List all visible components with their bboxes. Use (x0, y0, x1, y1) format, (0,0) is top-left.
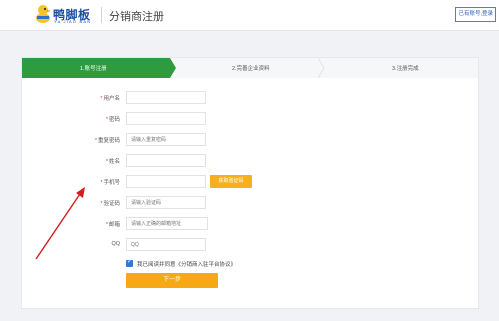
step-progress-bar: 1.账号注册 2.完善企业资料 3.注册完成 (22, 58, 478, 78)
duck-logo-icon (36, 5, 51, 23)
required-mark: * (94, 138, 97, 144)
step-1-label: 1.账号注册 (80, 66, 107, 72)
phone-label: 手机号 (103, 180, 120, 186)
annotation-arrow-icon (35, 187, 85, 260)
confirm-password-label: 重复密码 (97, 138, 120, 144)
top-header: 鸭脚板 YA JIAO BAN 分销商注册 已有账号,登录 (0, 0, 499, 31)
username-input[interactable] (126, 91, 206, 104)
registration-card: 1.账号注册 2.完善企业资料 3.注册完成 *用户名 *密码 *重复密码 *姓… (21, 57, 479, 309)
page-title: 分销商注册 (109, 11, 164, 23)
phone-input[interactable] (126, 175, 206, 188)
password-input[interactable] (126, 112, 206, 125)
confirm-password-input[interactable] (126, 133, 206, 146)
email-input[interactable] (126, 217, 208, 230)
code-label: 验证码 (103, 201, 120, 207)
next-step-button[interactable]: 下一步 (126, 273, 218, 288)
qq-row: QQ (22, 238, 478, 252)
name-row: *姓名 (22, 154, 478, 168)
get-sms-code-button[interactable]: 获取验证码 (210, 175, 252, 188)
required-mark: * (105, 222, 108, 228)
email-label: 邮箱 (108, 222, 120, 228)
header-divider (101, 7, 102, 23)
qq-label: QQ (111, 241, 120, 247)
password-row: *密码 (22, 112, 478, 126)
step-2-label: 2.完善企业资料 (232, 66, 270, 72)
login-link[interactable]: 已有账号,登录 (455, 7, 496, 22)
checkmark-icon: ✓ (127, 259, 133, 265)
step-3-label: 3.注册完成 (392, 66, 419, 72)
name-input[interactable] (126, 154, 206, 167)
code-row: *验证码 (22, 196, 478, 210)
username-row: *用户名 (22, 91, 478, 105)
logo[interactable]: 鸭脚板 YA JIAO BAN (34, 4, 96, 26)
logo-subtext: YA JIAO BAN (54, 19, 92, 24)
required-mark: * (105, 117, 108, 123)
name-label: 姓名 (108, 159, 120, 165)
username-label: 用户名 (103, 96, 120, 102)
phone-row: *手机号 获取验证码 (22, 175, 478, 189)
qq-input[interactable] (126, 238, 206, 251)
email-row: *邮箱 (22, 217, 478, 231)
verification-code-input[interactable] (126, 196, 206, 209)
password-label: 密码 (108, 117, 120, 123)
agreement-text[interactable]: 我已阅读并同意《分销商入驻平台协议》 (137, 260, 236, 268)
agreement-checkbox[interactable]: ✓ (126, 259, 133, 267)
confirm-password-row: *重复密码 (22, 133, 478, 147)
required-mark: * (105, 159, 108, 165)
